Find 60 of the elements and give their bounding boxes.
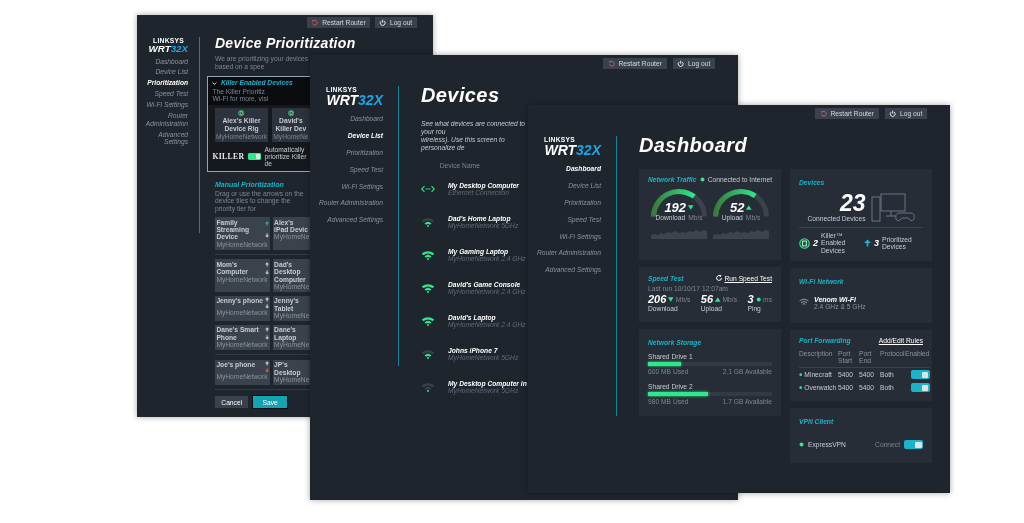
- wifi-icon: [421, 316, 435, 326]
- wifi-icon: [421, 217, 435, 227]
- down-arrow-icon[interactable]: [264, 335, 269, 341]
- stat-value: 2: [813, 238, 818, 249]
- up-triangle-icon: [715, 297, 721, 303]
- chevron-down-icon[interactable]: [212, 80, 218, 86]
- down-arrow-icon[interactable]: [264, 303, 269, 309]
- restart-icon: [819, 109, 828, 118]
- logo-model: WRT32X: [148, 44, 189, 54]
- status-dot-icon: [799, 442, 804, 448]
- computer-and-gamepad-drawing: [870, 191, 915, 223]
- result-value: 3: [747, 294, 754, 306]
- toggle-switch[interactable]: [910, 383, 930, 393]
- power-icon: [379, 18, 387, 27]
- sparkline-drawing: [713, 227, 769, 239]
- up-arrow-icon[interactable]: [264, 361, 269, 367]
- up-arrow-icon[interactable]: [264, 221, 269, 227]
- down-triangle-icon: [668, 297, 674, 303]
- dot-icon: [755, 297, 762, 303]
- down-arrow-icon[interactable]: [264, 367, 269, 373]
- power-icon: [889, 109, 897, 118]
- toggle-switch[interactable]: [910, 370, 930, 380]
- gauge-value: 192: [664, 201, 687, 214]
- chip-icon: [287, 110, 295, 117]
- wifi-icon: [799, 297, 809, 306]
- logo-model: WRT32X: [326, 93, 383, 108]
- wifi-icon: [421, 283, 435, 293]
- wifi-icon: [421, 349, 435, 359]
- down-arrow-icon[interactable]: [264, 233, 269, 238]
- restart-icon: [607, 59, 616, 68]
- up-arrow-icon[interactable]: [264, 261, 269, 267]
- toggle-switch[interactable]: [247, 153, 262, 160]
- page-title: Dashboard: [639, 133, 749, 157]
- device-count: 23: [839, 192, 866, 215]
- up-arrow-icon[interactable]: [264, 297, 269, 303]
- page-title: Device Prioritization: [215, 34, 357, 52]
- sparkline-drawing: [651, 227, 707, 239]
- logo-model: WRT32X: [544, 143, 601, 158]
- restart-icon: [311, 18, 319, 27]
- page-title: Devices: [421, 83, 501, 107]
- status-dot-icon: [699, 177, 705, 182]
- up-arrow-icon[interactable]: [264, 327, 269, 333]
- chip-icon: [799, 237, 810, 249]
- result-value: 56: [700, 294, 714, 306]
- down-arrow-icon[interactable]: [264, 269, 269, 275]
- refresh-icon: [714, 274, 723, 283]
- down-triangle-icon: [688, 205, 694, 210]
- power-icon: [677, 59, 685, 68]
- chip-icon: [238, 110, 245, 117]
- up-triangle-icon: [746, 205, 752, 210]
- status-dot-icon: [799, 373, 803, 377]
- result-value: 206: [648, 294, 667, 306]
- stat-value: 3: [874, 238, 879, 249]
- toggle-switch[interactable]: [904, 440, 923, 450]
- wifi-icon: [421, 250, 435, 260]
- up-arrow-icon: [864, 239, 871, 248]
- wifi-icon: [421, 382, 435, 392]
- gauge-value: 52: [730, 201, 745, 214]
- ethernet-icon: [421, 184, 435, 194]
- status-dot-icon: [799, 386, 803, 390]
